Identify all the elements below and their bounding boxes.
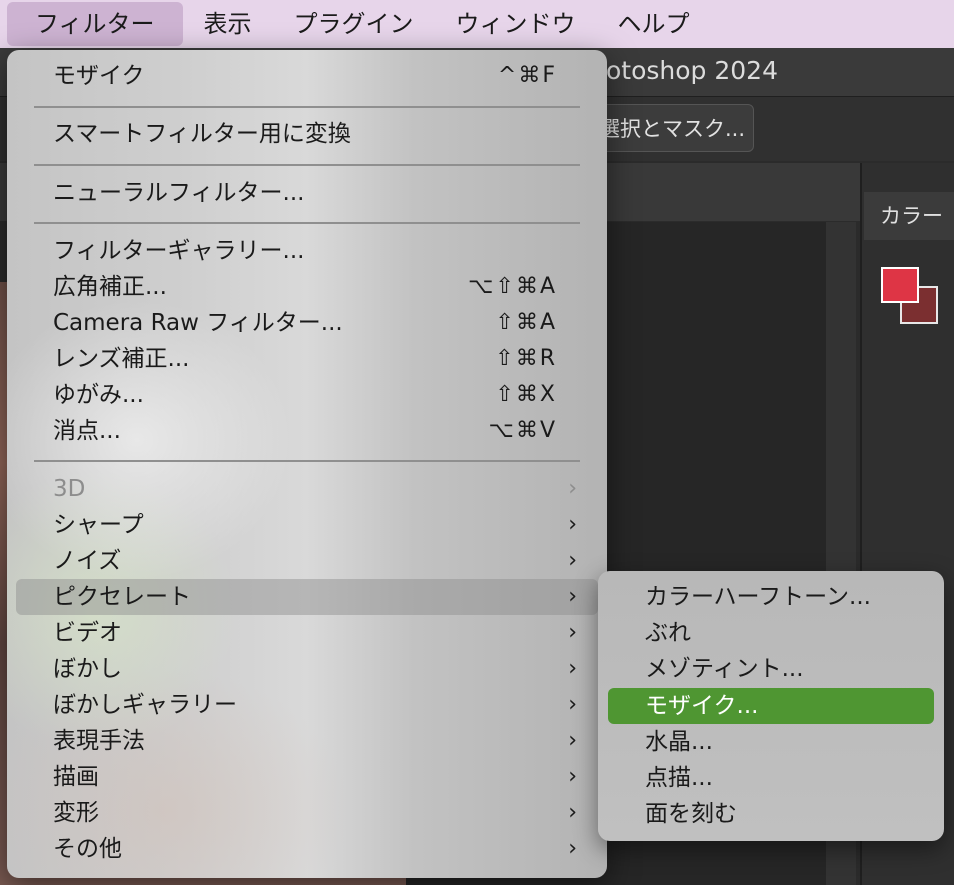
menu-item-label: ビデオ: [53, 620, 122, 646]
menubar-filter[interactable]: フィルター: [7, 2, 183, 46]
pixelate-submenu: カラーハーフトーン... ぶれ メゾティント... モザイク... 水晶... …: [598, 571, 944, 841]
menu-item-label: Camera Raw フィルター...: [53, 310, 343, 336]
menu-item-shortcut: ^⌘F: [497, 63, 557, 88]
menu-item-mosaic-repeat[interactable]: モザイク ^⌘F: [7, 58, 607, 94]
menu-item-convert-smart-filter[interactable]: スマートフィルター用に変換: [7, 116, 607, 152]
menu-item-label: フィルターギャラリー...: [53, 238, 305, 264]
menubar-view[interactable]: 表示: [183, 2, 273, 46]
menu-item-label: 描画: [53, 764, 99, 790]
menu-item-camera-raw[interactable]: Camera Raw フィルター... ⇧⌘A: [7, 305, 607, 341]
chevron-right-icon: ›: [568, 620, 577, 645]
select-and-mask-button[interactable]: 選択とマスク...: [584, 104, 754, 152]
menu-item-label: ぼかし: [53, 656, 122, 682]
menu-item-adaptive-wide-angle[interactable]: 広角補正... ⌥⇧⌘A: [7, 269, 607, 305]
chevron-right-icon: ›: [568, 656, 577, 681]
menu-item-label: レンズ補正...: [53, 346, 190, 372]
menu-item-label: 表現手法: [53, 728, 145, 754]
submenu-item-label: 水晶...: [645, 729, 713, 755]
submenu-item-mezzotint[interactable]: メゾティント...: [598, 651, 944, 687]
submenu-item-fragment[interactable]: ぶれ: [598, 615, 944, 651]
menu-item-sharpen[interactable]: シャープ ›: [7, 507, 607, 543]
submenu-item-label: ぶれ: [645, 620, 691, 646]
chevron-right-icon: ›: [568, 764, 577, 789]
menu-item-label: モザイク: [53, 63, 145, 89]
menu-separator: [34, 106, 580, 108]
menu-item-label: スマートフィルター用に変換: [53, 121, 351, 147]
chevron-right-icon: ›: [568, 728, 577, 753]
chevron-right-icon: ›: [568, 584, 577, 609]
app-title: otoshop 2024: [606, 56, 778, 85]
menu-item-noise[interactable]: ノイズ ›: [7, 543, 607, 579]
chevron-right-icon: ›: [568, 512, 577, 537]
menubar-help[interactable]: ヘルプ: [597, 2, 711, 46]
filter-menu: モザイク ^⌘F スマートフィルター用に変換 ニューラルフィルター... フィル…: [7, 50, 607, 878]
menu-separator: [34, 460, 580, 462]
menu-item-label: その他: [53, 836, 122, 862]
menubar-plugins[interactable]: プラグイン: [273, 2, 435, 46]
menu-item-blur[interactable]: ぼかし ›: [7, 651, 607, 687]
menu-item-shortcut: ⇧⌘A: [495, 310, 557, 335]
menu-item-video[interactable]: ビデオ ›: [7, 615, 607, 651]
menu-item-3d: 3D ›: [7, 471, 607, 507]
menu-item-shortcut: ⌥⌘V: [488, 418, 557, 443]
menu-item-distort[interactable]: 変形 ›: [7, 795, 607, 831]
menu-item-label: ノイズ: [53, 548, 122, 574]
submenu-item-facet[interactable]: 面を刻む: [598, 796, 944, 832]
chevron-right-icon: ›: [568, 800, 577, 825]
submenu-item-label: モザイク...: [645, 693, 759, 719]
menu-item-pixelate[interactable]: ピクセレート ›: [16, 579, 598, 615]
menu-item-blur-gallery[interactable]: ぼかしギャラリー ›: [7, 687, 607, 723]
menu-item-shortcut: ⇧⌘X: [495, 382, 557, 407]
submenu-item-label: 面を刻む: [645, 801, 737, 827]
submenu-item-mosaic[interactable]: モザイク...: [608, 688, 934, 724]
menubar-window[interactable]: ウィンドウ: [435, 2, 597, 46]
menu-item-label: 変形: [53, 800, 99, 826]
menu-item-shortcut: ⌥⇧⌘A: [468, 274, 557, 299]
menu-item-label: ニューラルフィルター...: [53, 180, 305, 206]
chevron-right-icon: ›: [568, 476, 577, 501]
menu-item-filter-gallery[interactable]: フィルターギャラリー...: [7, 233, 607, 269]
menubar: フィルター 表示 プラグイン ウィンドウ ヘルプ: [0, 0, 954, 48]
menu-item-label: 広角補正...: [53, 274, 167, 300]
chevron-right-icon: ›: [568, 548, 577, 573]
menu-item-other[interactable]: その他 ›: [7, 831, 607, 867]
chevron-right-icon: ›: [568, 836, 577, 861]
color-panel-tab[interactable]: カラー: [864, 192, 954, 240]
menu-item-neural-filters[interactable]: ニューラルフィルター...: [7, 175, 607, 211]
submenu-item-label: カラーハーフトーン...: [645, 584, 871, 610]
submenu-item-label: メゾティント...: [645, 656, 804, 682]
submenu-item-label: 点描...: [645, 765, 713, 791]
menu-item-lens-correction[interactable]: レンズ補正... ⇧⌘R: [7, 341, 607, 377]
menu-item-vanishing-point[interactable]: 消点... ⌥⌘V: [7, 413, 607, 449]
menu-item-label: ぼかしギャラリー: [53, 692, 237, 718]
menu-item-label: ゆがみ...: [53, 382, 144, 408]
submenu-item-pointillize[interactable]: 点描...: [598, 760, 944, 796]
menu-item-stylize[interactable]: 表現手法 ›: [7, 723, 607, 759]
menu-item-label: ピクセレート: [53, 584, 191, 610]
submenu-item-color-halftone[interactable]: カラーハーフトーン...: [598, 579, 944, 615]
menu-separator: [34, 222, 580, 224]
chevron-right-icon: ›: [568, 692, 577, 717]
menu-item-shortcut: ⇧⌘R: [495, 346, 557, 371]
menu-item-label: 消点...: [53, 418, 121, 444]
foreground-color-swatch[interactable]: [881, 267, 919, 303]
menu-separator: [34, 164, 580, 166]
menu-item-label: 3D: [53, 476, 86, 502]
menu-item-render[interactable]: 描画 ›: [7, 759, 607, 795]
menu-item-label: シャープ: [53, 512, 144, 538]
menu-item-liquify[interactable]: ゆがみ... ⇧⌘X: [7, 377, 607, 413]
submenu-item-crystallize[interactable]: 水晶...: [598, 724, 944, 760]
